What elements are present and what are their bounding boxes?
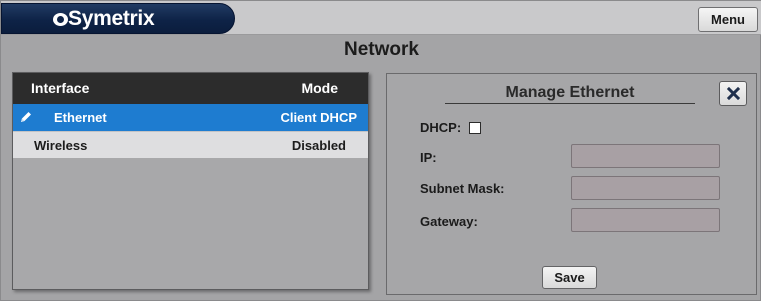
interface-table: Interface Mode Ethernet Client DHCP Wire… (12, 72, 369, 290)
manage-ethernet-panel: Manage Ethernet DHCP: IP: Subnet Mask: G… (386, 73, 757, 295)
logo-text: Symetrix (68, 7, 155, 30)
close-button[interactable] (719, 81, 747, 106)
brand-logo: Symetrix (1, 3, 235, 34)
interface-mode: Client DHCP (280, 110, 357, 125)
table-row-ethernet[interactable]: Ethernet Client DHCP (13, 104, 368, 131)
interface-mode: Disabled (291, 138, 346, 153)
subnet-mask-field[interactable] (571, 176, 720, 200)
column-header-interface: Interface (31, 80, 90, 96)
ip-label: IP: (420, 150, 437, 165)
gateway-label: Gateway: (420, 214, 478, 229)
save-button[interactable]: Save (542, 266, 597, 289)
top-bar: Symetrix Menu (1, 1, 761, 35)
pencil-icon[interactable] (19, 110, 33, 124)
close-icon (726, 87, 740, 100)
menu-button[interactable]: Menu (698, 7, 758, 32)
column-header-mode: Mode (301, 80, 338, 96)
table-header: Interface Mode (13, 73, 368, 104)
dhcp-checkbox[interactable] (469, 122, 481, 134)
subnet-mask-label: Subnet Mask: (420, 181, 505, 196)
gateway-field[interactable] (571, 208, 720, 232)
symetrix-logo-icon (53, 13, 68, 26)
table-row-wireless[interactable]: Wireless Disabled (13, 131, 368, 158)
interface-name: Wireless (34, 138, 88, 153)
ip-field[interactable] (571, 144, 720, 168)
panel-title: Manage Ethernet (445, 84, 695, 104)
interface-name: Ethernet (54, 110, 107, 125)
page-title: Network (344, 39, 419, 60)
dhcp-label: DHCP: (420, 120, 462, 135)
app-window: Symetrix Menu Network Interface Mode Eth… (0, 0, 761, 301)
